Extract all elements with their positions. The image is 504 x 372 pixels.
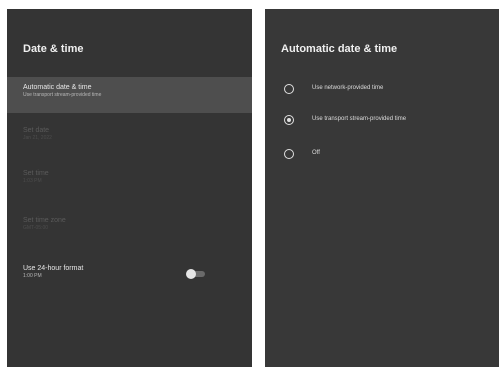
- item-title: Set time: [23, 170, 49, 177]
- item-title: Set date: [23, 127, 50, 134]
- option-label: Use network-provided time: [312, 85, 384, 91]
- page-title: Date & time: [23, 43, 84, 55]
- set-time-item: Set time 1:03 PM: [7, 163, 252, 199]
- item-subtitle: GMT-05:00: [23, 225, 49, 231]
- item-title: Automatic date & time: [23, 84, 92, 91]
- option-off[interactable]: Off: [265, 143, 499, 167]
- option-network-provided-time[interactable]: Use network-provided time: [265, 78, 499, 102]
- option-label: Use transport stream-provided time: [312, 116, 407, 122]
- use-24-hour-format-item[interactable]: Use 24-hour format 1:00 PM: [7, 258, 252, 294]
- item-subtitle: 1:00 PM: [23, 273, 42, 279]
- item-title: Use 24-hour format: [23, 265, 84, 272]
- automatic-date-time-panel: Automatic date & time Use network-provid…: [265, 9, 499, 367]
- page-title: Automatic date & time: [281, 43, 398, 55]
- set-time-zone-item: Set time zone GMT-05:00: [7, 210, 252, 246]
- 24-hour-format-toggle[interactable]: [186, 269, 206, 279]
- option-label: Off: [312, 150, 320, 156]
- item-subtitle: Use transport stream-provided time: [23, 92, 102, 98]
- option-transport-stream-provided-time[interactable]: Use transport stream-provided time: [265, 109, 499, 133]
- toggle-thumb: [186, 269, 196, 279]
- radio-button-icon[interactable]: [284, 149, 294, 159]
- set-date-item: Set date Jan 21, 2022: [7, 120, 252, 156]
- automatic-date-time-item[interactable]: Automatic date & time Use transport stre…: [7, 77, 252, 113]
- item-subtitle: Jan 21, 2022: [23, 135, 52, 141]
- item-title: Set time zone: [23, 217, 66, 224]
- radio-button-selected-icon[interactable]: [284, 115, 294, 125]
- radio-button-icon[interactable]: [284, 84, 294, 94]
- radio-dot-icon: [287, 118, 291, 122]
- item-subtitle: 1:03 PM: [23, 178, 42, 184]
- date-time-settings-panel: Date & time Automatic date & time Use tr…: [7, 9, 252, 367]
